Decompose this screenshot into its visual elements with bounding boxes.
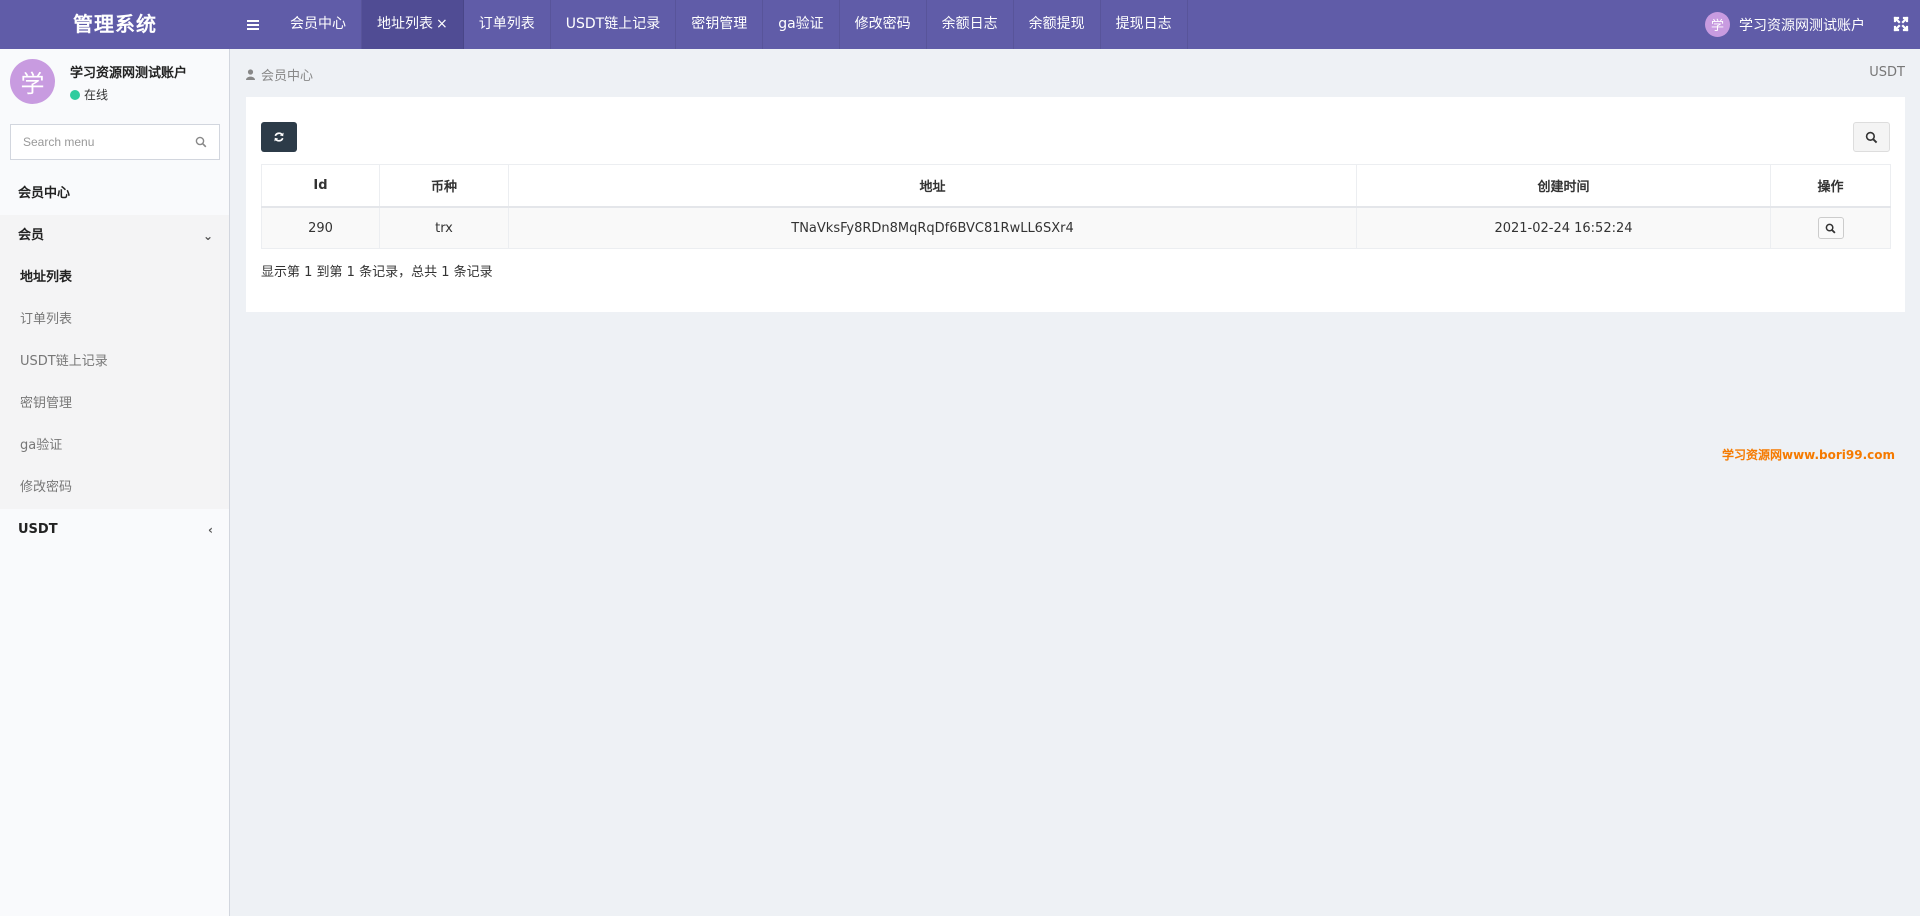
address-list-panel: Id 币种 地址 创建时间 操作 290 trx TNaVksFy8RDn8Mq… xyxy=(246,97,1905,312)
tab-label: USDT链上记录 xyxy=(565,16,661,32)
status-label: 在线 xyxy=(84,88,109,102)
sidebar-group-member: 会员 ⌄ 地址列表 订单列表 USDT链上记录 密钥管理 ga验证 修改密码 xyxy=(0,215,229,509)
cell-created: 2021-02-24 16:52:24 xyxy=(1356,206,1771,249)
pagination-info: 显示第 1 到第 1 条记录，总共 1 条记录 xyxy=(261,265,493,280)
breadcrumb-right: USDT xyxy=(1869,65,1905,80)
top-navbar: 管理系统 会员中心 地址列表 × 订单列表 USDT链上记录 密钥管理 ga验证 … xyxy=(0,0,1920,49)
sidebar-menu: 会员中心 会员 ⌄ 地址列表 订单列表 USDT链上记录 密钥管理 ga验证 修… xyxy=(0,173,229,551)
column-header-id[interactable]: Id xyxy=(261,164,380,208)
search-icon xyxy=(1865,131,1878,144)
sidebar-item-label: USDT xyxy=(18,522,58,537)
tab-label: ga验证 xyxy=(778,16,824,32)
search-icon[interactable] xyxy=(195,136,207,152)
tab-label: 提现日志 xyxy=(1115,16,1172,32)
sidebar-item-address-list[interactable]: 地址列表 xyxy=(0,257,229,299)
table-header-row: Id 币种 地址 创建时间 操作 xyxy=(261,164,1891,208)
column-header-address[interactable]: 地址 xyxy=(508,164,1357,208)
tab-label: 密钥管理 xyxy=(691,16,748,32)
tab-balance-withdraw[interactable]: 余额提现 xyxy=(1014,0,1101,49)
sidebar-item-ga-verify[interactable]: ga验证 xyxy=(0,425,229,467)
toggle-search-button[interactable] xyxy=(1853,122,1890,152)
cell-actions xyxy=(1770,206,1891,249)
search-icon xyxy=(1825,223,1836,234)
tab-label: 会员中心 xyxy=(290,16,346,32)
tab-change-password[interactable]: 修改密码 xyxy=(840,0,927,49)
tab-label: 修改密码 xyxy=(854,16,911,32)
breadcrumb: 会员中心 xyxy=(246,65,313,84)
refresh-button[interactable] xyxy=(261,122,297,152)
sidebar-user-name: 学习资源网测试账户 xyxy=(70,66,188,81)
tab-label: 余额提现 xyxy=(1028,16,1085,32)
avatar: 学 xyxy=(1705,12,1730,37)
breadcrumb-current[interactable]: 会员中心 xyxy=(261,65,313,84)
tab-label: 余额日志 xyxy=(941,16,998,32)
chevron-down-icon: ⌄ xyxy=(202,229,213,243)
refresh-icon xyxy=(273,131,285,143)
table-row[interactable]: 290 trx TNaVksFy8RDn8MqRqDf6BVC81RwLL6SX… xyxy=(261,206,1891,249)
user-name: 学习资源网测试账户 xyxy=(1739,17,1865,34)
fullscreen-icon[interactable] xyxy=(1892,15,1910,33)
tab-usdt-chain-records[interactable]: USDT链上记录 xyxy=(551,0,677,49)
view-detail-button[interactable] xyxy=(1817,217,1844,239)
sidebar-item-usdt-chain-records[interactable]: USDT链上记录 xyxy=(0,341,229,383)
sidebar-item-label: 会员 xyxy=(18,228,45,243)
sidebar-item-order-list[interactable]: 订单列表 xyxy=(0,299,229,341)
sidebar-item-key-management[interactable]: 密钥管理 xyxy=(0,383,229,425)
search-menu-input[interactable] xyxy=(11,125,205,159)
menu-toggle-icon[interactable] xyxy=(230,0,275,49)
sidebar-item-member-center[interactable]: 会员中心 xyxy=(0,173,229,215)
sidebar-user-panel: 学 学习资源网测试账户 在线 xyxy=(10,59,187,105)
avatar: 学 xyxy=(10,59,55,104)
cell-id: 290 xyxy=(261,206,380,249)
sidebar: 学 学习资源网测试账户 在线 会员中心 会员 ⌄ 地址列表 订单列表 USDT链… xyxy=(0,49,230,916)
watermark-text: 学习资源网www.bori99.com xyxy=(1722,448,1896,462)
close-icon[interactable]: × xyxy=(436,16,448,32)
user-icon xyxy=(246,69,255,80)
column-header-created[interactable]: 创建时间 xyxy=(1356,164,1771,208)
address-table: Id 币种 地址 创建时间 操作 290 trx TNaVksFy8RDn8Mq… xyxy=(261,164,1891,249)
tab-key-management[interactable]: 密钥管理 xyxy=(676,0,764,49)
search-menu-box xyxy=(10,124,220,160)
online-dot-icon xyxy=(70,89,80,100)
tab-member-center[interactable]: 会员中心 xyxy=(275,0,362,49)
chevron-left-icon: ‹ xyxy=(208,523,213,537)
column-header-coin[interactable]: 币种 xyxy=(379,164,509,208)
tab-label: 地址列表 xyxy=(377,16,433,32)
online-status: 在线 xyxy=(70,86,187,103)
tab-order-list[interactable]: 订单列表 xyxy=(464,0,551,49)
main-content: 会员中心 USDT Id 币种 地址 创建时间 操作 290 trx TNaVk… xyxy=(230,49,1920,916)
sidebar-item-member[interactable]: 会员 ⌄ xyxy=(0,215,229,257)
top-tabs: 会员中心 地址列表 × 订单列表 USDT链上记录 密钥管理 ga验证 修改密码 … xyxy=(275,0,1188,49)
cell-address: TNaVksFy8RDn8MqRqDf6BVC81RwLL6SXr4 xyxy=(508,206,1357,249)
tab-balance-log[interactable]: 余额日志 xyxy=(927,0,1014,49)
cell-coin: trx xyxy=(379,206,509,249)
tab-address-list[interactable]: 地址列表 × xyxy=(362,0,464,49)
sidebar-item-usdt[interactable]: USDT ‹ xyxy=(0,509,229,551)
app-logo[interactable]: 管理系统 xyxy=(0,0,230,49)
tab-withdraw-log[interactable]: 提现日志 xyxy=(1101,0,1188,49)
tab-label: 订单列表 xyxy=(478,16,535,32)
column-header-actions: 操作 xyxy=(1770,164,1891,208)
user-menu[interactable]: 学 学习资源网测试账户 xyxy=(1705,0,1865,49)
sidebar-item-change-password[interactable]: 修改密码 xyxy=(0,467,229,509)
tab-ga-verify[interactable]: ga验证 xyxy=(763,0,840,49)
